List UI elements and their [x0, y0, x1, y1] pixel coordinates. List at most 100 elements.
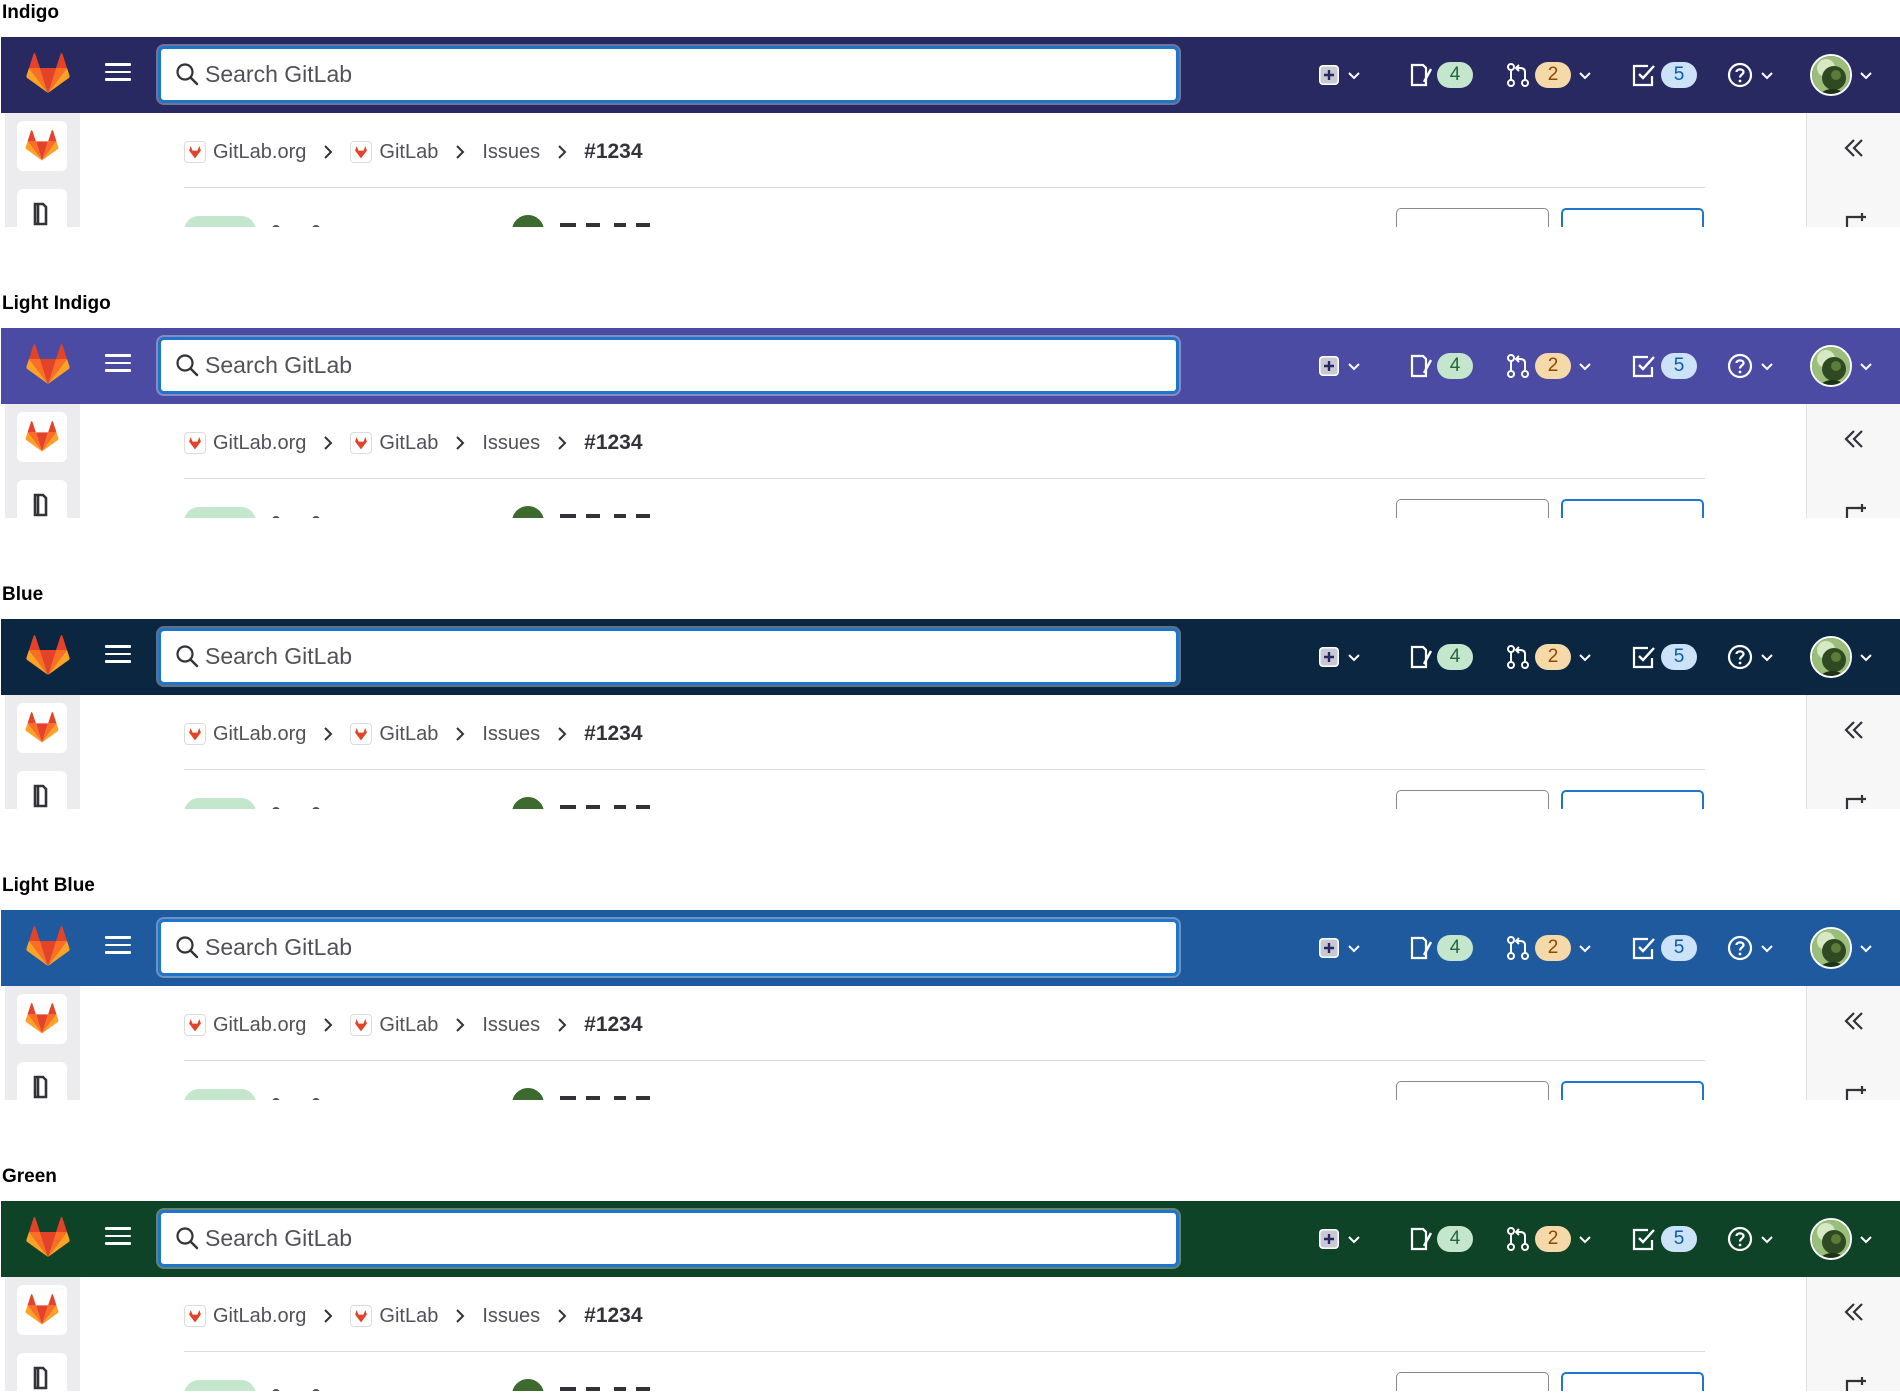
breadcrumb-item-project[interactable]: GitLab [350, 723, 438, 746]
merge-requests-nav[interactable]: 2 [1505, 928, 1593, 968]
gitlab-logo-icon[interactable] [26, 635, 70, 677]
breadcrumb-item-issues[interactable]: Issues [482, 432, 540, 455]
todos-nav[interactable]: 5 [1631, 928, 1697, 968]
new-issue-button[interactable] [1561, 499, 1704, 518]
hamburger-menu-icon[interactable] [105, 1227, 131, 1249]
search-input[interactable] [205, 637, 1165, 675]
add-todo-icon[interactable] [1845, 1375, 1867, 1391]
hamburger-menu-icon[interactable] [105, 354, 131, 376]
user-menu[interactable] [1810, 636, 1874, 678]
add-todo-icon[interactable] [1845, 502, 1867, 518]
project-avatar-icon[interactable] [17, 1285, 67, 1335]
user-menu[interactable] [1810, 1218, 1874, 1260]
author-name[interactable] [560, 217, 670, 227]
author-avatar[interactable] [510, 213, 546, 227]
breadcrumb-item-issues[interactable]: Issues [482, 1014, 540, 1037]
close-issue-button[interactable] [1396, 208, 1549, 227]
breadcrumb-item-project[interactable]: GitLab [350, 1014, 438, 1037]
issues-sidebar-icon[interactable] [17, 1062, 67, 1100]
search-box[interactable] [158, 919, 1179, 976]
author-avatar[interactable] [510, 504, 546, 518]
add-todo-icon[interactable] [1845, 211, 1867, 227]
breadcrumb-item-org[interactable]: GitLab.org [184, 1305, 306, 1328]
issues-sidebar-icon[interactable] [17, 1353, 67, 1391]
project-avatar-icon[interactable] [17, 703, 67, 753]
issues-sidebar-icon[interactable] [17, 189, 67, 227]
gitlab-logo-icon[interactable] [26, 926, 70, 968]
close-issue-button[interactable] [1396, 790, 1549, 809]
merge-requests-nav[interactable]: 2 [1505, 346, 1593, 386]
create-new-dropdown[interactable] [1318, 928, 1362, 968]
user-menu[interactable] [1810, 345, 1874, 387]
search-box[interactable] [158, 628, 1179, 685]
breadcrumb-item-project[interactable]: GitLab [350, 432, 438, 455]
close-issue-button[interactable] [1396, 499, 1549, 518]
merge-requests-nav[interactable]: 2 [1505, 1219, 1593, 1259]
author-name[interactable] [560, 1381, 670, 1391]
breadcrumb-current[interactable]: #1234 [584, 140, 642, 164]
collapse-double-chevron-icon[interactable] [1843, 428, 1865, 450]
hamburger-menu-icon[interactable] [105, 63, 131, 85]
user-menu[interactable] [1810, 927, 1874, 969]
search-box[interactable] [158, 337, 1179, 394]
breadcrumb-item-org[interactable]: GitLab.org [184, 1014, 306, 1037]
new-issue-button[interactable] [1561, 1081, 1704, 1100]
create-new-dropdown[interactable] [1318, 637, 1362, 677]
breadcrumb-item-issues[interactable]: Issues [482, 141, 540, 164]
project-avatar-icon[interactable] [17, 412, 67, 462]
todos-nav[interactable]: 5 [1631, 55, 1697, 95]
help-dropdown[interactable] [1727, 637, 1775, 677]
todos-nav[interactable]: 5 [1631, 1219, 1697, 1259]
issues-sidebar-icon[interactable] [17, 771, 67, 809]
author-name[interactable] [560, 508, 670, 518]
breadcrumb-current[interactable]: #1234 [584, 1013, 642, 1037]
merge-requests-nav[interactable]: 2 [1505, 637, 1593, 677]
breadcrumb-item-project[interactable]: GitLab [350, 141, 438, 164]
issues-nav[interactable]: 4 [1409, 1219, 1473, 1259]
issues-nav[interactable]: 4 [1409, 637, 1473, 677]
breadcrumb-current[interactable]: #1234 [584, 1304, 642, 1328]
author-avatar[interactable] [510, 795, 546, 809]
create-new-dropdown[interactable] [1318, 1219, 1362, 1259]
collapse-double-chevron-icon[interactable] [1843, 1010, 1865, 1032]
gitlab-logo-icon[interactable] [26, 344, 70, 386]
search-box[interactable] [158, 46, 1179, 103]
close-issue-button[interactable] [1396, 1372, 1549, 1391]
breadcrumb-item-org[interactable]: GitLab.org [184, 141, 306, 164]
close-issue-button[interactable] [1396, 1081, 1549, 1100]
project-avatar-icon[interactable] [17, 994, 67, 1044]
help-dropdown[interactable] [1727, 1219, 1775, 1259]
breadcrumb-item-org[interactable]: GitLab.org [184, 432, 306, 455]
gitlab-logo-icon[interactable] [26, 53, 70, 95]
project-avatar-icon[interactable] [17, 121, 67, 171]
author-name[interactable] [560, 799, 670, 809]
collapse-double-chevron-icon[interactable] [1843, 137, 1865, 159]
hamburger-menu-icon[interactable] [105, 645, 131, 667]
issues-nav[interactable]: 4 [1409, 928, 1473, 968]
help-dropdown[interactable] [1727, 346, 1775, 386]
search-box[interactable] [158, 1210, 1179, 1267]
new-issue-button[interactable] [1561, 208, 1704, 227]
breadcrumb-item-org[interactable]: GitLab.org [184, 723, 306, 746]
breadcrumb-current[interactable]: #1234 [584, 431, 642, 455]
add-todo-icon[interactable] [1845, 793, 1867, 809]
todos-nav[interactable]: 5 [1631, 637, 1697, 677]
collapse-double-chevron-icon[interactable] [1843, 719, 1865, 741]
new-issue-button[interactable] [1561, 790, 1704, 809]
create-new-dropdown[interactable] [1318, 346, 1362, 386]
issues-nav[interactable]: 4 [1409, 346, 1473, 386]
user-menu[interactable] [1810, 54, 1874, 96]
new-issue-button[interactable] [1561, 1372, 1704, 1391]
breadcrumb-item-issues[interactable]: Issues [482, 1305, 540, 1328]
search-input[interactable] [205, 346, 1165, 384]
hamburger-menu-icon[interactable] [105, 936, 131, 958]
author-avatar[interactable] [510, 1086, 546, 1100]
help-dropdown[interactable] [1727, 928, 1775, 968]
search-input[interactable] [205, 1219, 1165, 1257]
collapse-double-chevron-icon[interactable] [1843, 1301, 1865, 1323]
help-dropdown[interactable] [1727, 55, 1775, 95]
breadcrumb-item-issues[interactable]: Issues [482, 723, 540, 746]
breadcrumb-item-project[interactable]: GitLab [350, 1305, 438, 1328]
merge-requests-nav[interactable]: 2 [1505, 55, 1593, 95]
search-input[interactable] [205, 928, 1165, 966]
